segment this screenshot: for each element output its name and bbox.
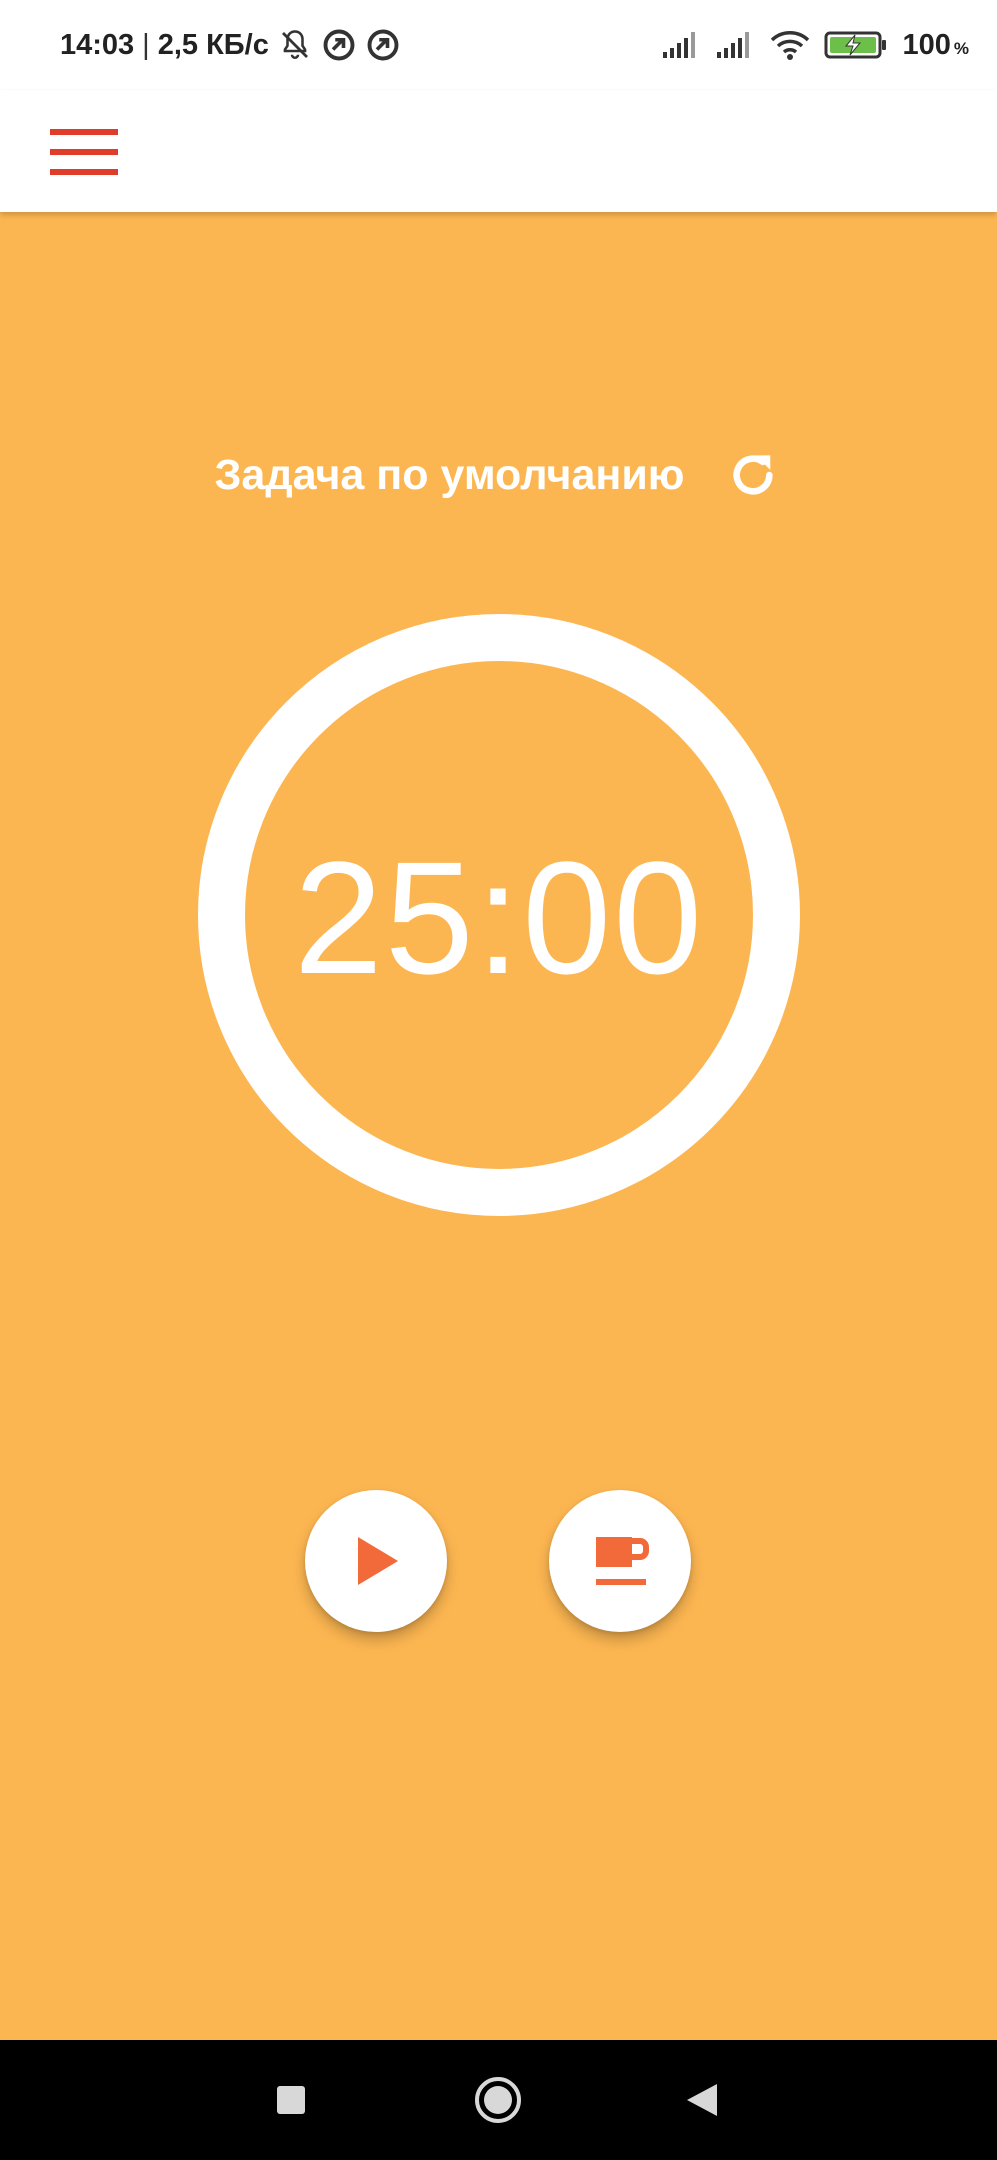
system-nav-bar [0, 2040, 997, 2160]
battery-percent-unit: % [953, 38, 969, 58]
timer-progress-ring: 25:00 [198, 614, 800, 1216]
status-right: 100 % [662, 24, 969, 66]
task-row: Задача по умолчанию [0, 440, 997, 510]
status-separator: | [142, 28, 150, 61]
status-time: 14:03 [60, 28, 135, 61]
coffee-cup-icon [596, 1537, 649, 1585]
network-speed: 2,5 КБ/с [157, 28, 269, 61]
recents-square-icon [277, 2086, 305, 2114]
home-circle-icon [475, 2077, 521, 2123]
start-button[interactable] [305, 1490, 447, 1632]
timer-display: 25:00 [293, 828, 705, 1007]
back-button[interactable] [642, 2040, 762, 2160]
battery-charging-icon [824, 31, 887, 59]
signal-icon [717, 32, 750, 58]
battery-percent: 100 % [902, 29, 969, 62]
app-bar [0, 90, 997, 212]
task-label[interactable]: Задача по умолчанию [214, 451, 684, 500]
battery-percent-value: 100 [902, 28, 951, 61]
break-button[interactable] [549, 1490, 691, 1632]
play-icon [358, 1537, 398, 1585]
app-notification-icon [323, 29, 355, 61]
wifi-icon [771, 31, 810, 60]
status-bar: 14:03 | 2,5 КБ/с 100 % [0, 0, 997, 90]
refresh-button[interactable] [723, 445, 783, 505]
back-triangle-icon [687, 2084, 717, 2116]
menu-button[interactable] [44, 112, 124, 192]
refresh-icon [732, 455, 773, 495]
app-notification-icon [367, 29, 399, 61]
recents-button[interactable] [231, 2040, 351, 2160]
mute-bell-icon [281, 30, 308, 59]
signal-icon [663, 32, 696, 58]
hamburger-menu-icon [50, 129, 118, 175]
home-button[interactable] [438, 2040, 558, 2160]
status-left: 14:03 | 2,5 КБ/с [60, 24, 401, 66]
